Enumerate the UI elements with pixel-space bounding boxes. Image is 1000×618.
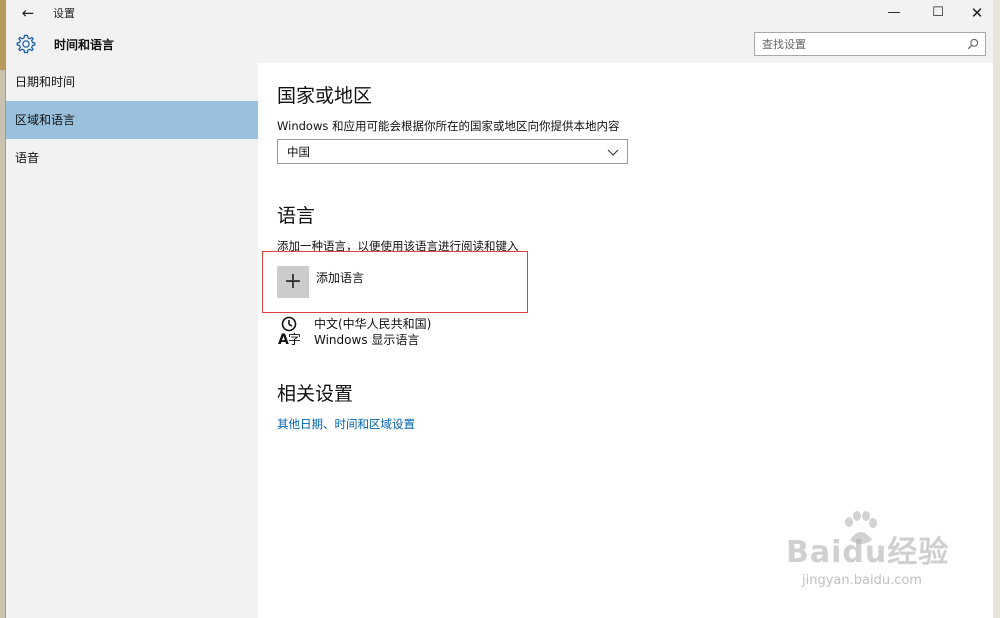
svg-text:字: 字 [288,333,301,347]
back-arrow-icon[interactable]: ← [18,3,38,23]
related-heading: 相关设置 [277,383,354,405]
watermark-url: jingyan.baidu.com [802,573,922,588]
search-box[interactable] [754,32,986,56]
country-dropdown-value: 中国 [287,145,310,159]
watermark-logo: Baidu经验 [786,535,950,570]
country-dropdown[interactable]: 中国 [277,139,628,164]
other-region-settings-link[interactable]: 其他日期、时间和区域设置 [277,416,415,432]
search-icon[interactable] [967,38,979,50]
main-content: 国家或地区 Windows 和应用可能会根据你所在的国家或地区向你提供本地内容 … [258,63,993,618]
sidebar: 日期和时间 区域和语言 语音 [6,63,258,618]
region-heading: 国家或地区 [277,85,373,107]
chevron-down-icon [607,149,619,156]
close-button[interactable]: ✕ [957,0,993,26]
background-strip [993,0,1000,618]
add-language-label: 添加语言 [316,271,365,285]
region-description: Windows 和应用可能会根据你所在的国家或地区向你提供本地内容 [277,119,620,133]
settings-window: ← 设置 — ☐ ✕ 时间和语言 日期和时间 区域和语言 语音 国家或地区 Wi… [5,0,993,618]
window-title: 设置 [53,7,75,20]
search-input[interactable] [762,36,962,52]
section-title: 时间和语言 [54,38,115,52]
plus-icon: + [277,266,309,298]
language-icon: A 字 [278,316,301,347]
add-language-button[interactable]: + 添加语言 [277,266,537,300]
language-description: 添加一种语言，以便使用该语言进行阅读和键入 [277,239,519,253]
sidebar-item-region-language[interactable]: 区域和语言 [6,101,258,139]
language-name: 中文(中华人民共和国) [314,317,432,331]
sidebar-item-date-time[interactable]: 日期和时间 [6,63,258,101]
gear-icon [16,34,36,54]
header-bar: 时间和语言 [6,26,993,63]
language-heading: 语言 [277,205,316,227]
language-status: Windows 显示语言 [314,333,420,347]
title-bar: ← 设置 — ☐ ✕ [6,0,993,26]
sidebar-item-speech[interactable]: 语音 [6,139,258,177]
maximize-button[interactable]: ☐ [918,0,958,26]
baidu-watermark: Baidu经验 jingyan.baidu.com [766,505,966,600]
language-list-item[interactable]: A 字 中文(中华人民共和国) Windows 显示语言 [277,314,537,350]
minimize-button[interactable]: — [874,0,914,26]
